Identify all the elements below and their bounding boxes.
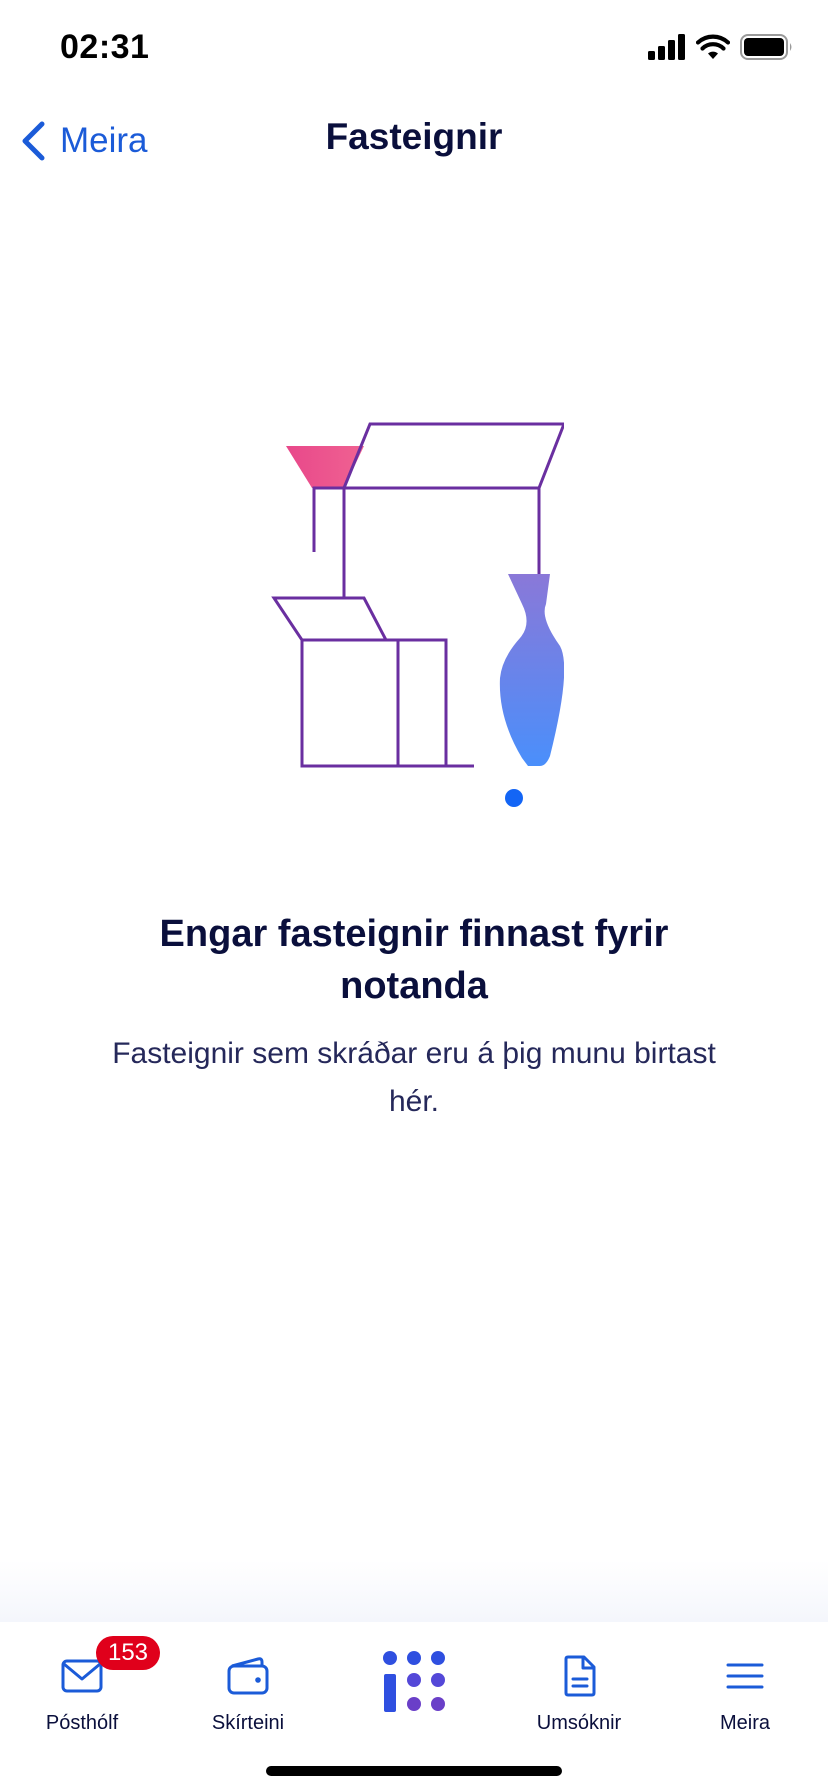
- tab-inbox[interactable]: 153 Pósthólf: [7, 1636, 160, 1758]
- screen: 02:31 Meira Fasteignir Engar fasteignir …: [0, 0, 828, 1792]
- status-icons: [648, 33, 794, 65]
- tab-home[interactable]: [339, 1648, 489, 1758]
- tab-applications[interactable]: Umsóknir: [504, 1648, 654, 1758]
- tab-more[interactable]: Meira: [670, 1648, 820, 1758]
- page-title: Fasteignir: [325, 116, 503, 157]
- inbox-badge: 153: [96, 1636, 160, 1670]
- vase-shape: [499, 574, 565, 766]
- tab-label: Pósthólf: [45, 1712, 119, 1734]
- tab-label: Umsóknir: [536, 1712, 622, 1734]
- home-logo-icon: [378, 1646, 450, 1718]
- tab-label: Meira: [719, 1712, 770, 1734]
- cellular-signal-icon: [648, 33, 686, 65]
- tab-bar-shadow: [0, 1560, 828, 1622]
- tab-licenses[interactable]: Skírteini: [173, 1648, 323, 1758]
- wallet-icon: [220, 1648, 276, 1704]
- status-bar: 02:31: [0, 0, 828, 100]
- empty-state-description: Fasteignir sem skráðar eru á þig munu bi…: [112, 1037, 716, 1118]
- mail-icon: 153: [54, 1636, 160, 1704]
- document-icon: [551, 1648, 607, 1704]
- nav-bar: Meira Fasteignir: [0, 100, 828, 180]
- empty-properties-illustration: [264, 418, 567, 812]
- tab-label: Skírteini: [211, 1712, 285, 1734]
- battery-icon: [740, 33, 794, 65]
- menu-icon: [717, 1648, 773, 1704]
- blue-dot: [505, 789, 523, 807]
- wifi-icon: [695, 34, 731, 65]
- empty-state-title: Engar fasteignir finnast fyrir notanda: [159, 913, 669, 1007]
- status-time: 02:31: [60, 28, 150, 66]
- home-indicator: [266, 1766, 562, 1776]
